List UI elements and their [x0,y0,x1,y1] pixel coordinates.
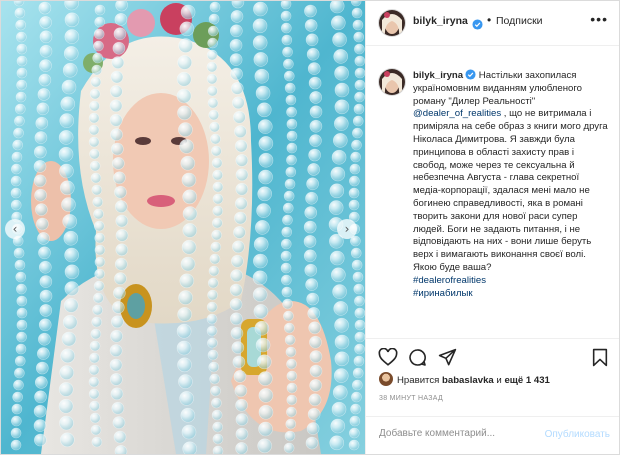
instagram-post-modal: ‹ › bilyk_iryna • Подписки ••• bilyk_iry… [0,0,620,455]
carousel-next-button[interactable]: › [337,219,357,239]
bookmark-icon[interactable] [592,348,608,372]
caption-username[interactable]: bilyk_iryna [413,70,463,81]
action-bar [366,338,619,375]
liker-username[interactable]: babaslavka [442,375,494,386]
caption-area: bilyk_iryna Настільки захопилася україно… [366,46,619,338]
caption-body-2: , що не витримала і приміряла на себе об… [413,108,608,273]
likes-middle: и [493,375,505,386]
liker-avatar[interactable] [379,372,393,386]
comment-bar: Опубликовать [366,416,619,454]
post-side-panel: bilyk_iryna • Подписки ••• bilyk_iryna Н… [365,1,619,454]
comment-icon[interactable] [408,348,427,372]
mention-link[interactable]: @dealer_of_realities [413,108,501,119]
post-author-username[interactable]: bilyk_iryna [413,15,468,27]
caption-avatar[interactable] [379,69,405,95]
verified-badge-icon [463,69,476,81]
likes-count[interactable]: ещё 1 431 [504,375,549,386]
hashtag-link[interactable]: #иринабилык [413,288,473,299]
following-button[interactable]: Подписки [496,15,543,27]
carousel-prev-button[interactable]: ‹ [5,219,25,239]
post-timestamp[interactable]: 38 МИНУТ НАЗАД [379,395,443,402]
post-photo[interactable]: ‹ › [1,1,365,454]
likes-prefix: Нравится [397,375,442,386]
separator-dot: • [487,13,492,27]
caption-text: bilyk_iryna Настільки захопилася україно… [413,69,609,300]
hashtag-link[interactable]: #dealerofrealities [413,275,486,286]
publish-button[interactable]: Опубликовать [545,429,610,440]
verified-badge-icon [470,15,483,33]
share-icon[interactable] [438,348,457,372]
photo-illustration [1,1,365,454]
heart-icon[interactable] [378,347,398,371]
avatar[interactable] [379,10,405,36]
comment-input[interactable] [379,428,529,439]
chevron-right-icon: › [344,222,350,236]
post-header: bilyk_iryna • Подписки ••• [366,1,619,46]
likes-line: Нравится babaslavka и ещё 1 431 [379,372,550,386]
chevron-left-icon: ‹ [12,222,18,236]
more-dots-icon[interactable]: ••• [590,11,608,27]
